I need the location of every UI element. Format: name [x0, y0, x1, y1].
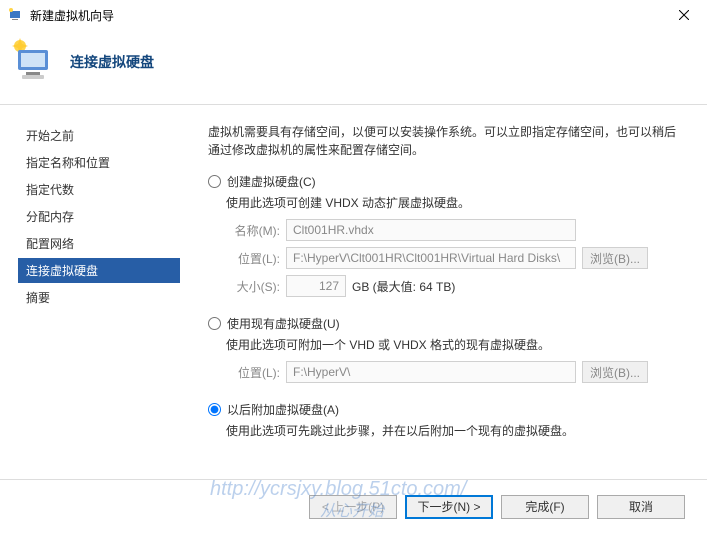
radio-create-label: 创建虚拟硬盘(C): [227, 173, 316, 190]
existing-location-label: 位置(L):: [226, 364, 286, 381]
prev-button[interactable]: < 上一步(P): [309, 495, 397, 519]
radio-existing-label: 使用现有虚拟硬盘(U): [227, 315, 340, 332]
create-vhd-desc: 使用此选项可创建 VHDX 动态扩展虚拟硬盘。: [226, 194, 685, 211]
location-input: [286, 247, 576, 269]
name-label: 名称(M):: [226, 222, 286, 239]
step-virtual-hard-disk[interactable]: 连接虚拟硬盘: [18, 258, 180, 283]
option-existing-vhd: 使用现有虚拟硬盘(U) 使用此选项可附加一个 VHD 或 VHDX 格式的现有虚…: [208, 315, 685, 383]
attach-later-desc: 使用此选项可先跳过此步骤，并在以后附加一个现有的虚拟硬盘。: [226, 422, 685, 439]
step-summary[interactable]: 摘要: [18, 285, 180, 310]
page-title: 连接虚拟硬盘: [70, 52, 154, 72]
finish-button[interactable]: 完成(F): [501, 495, 589, 519]
radio-attach-later[interactable]: [208, 403, 221, 416]
step-generation[interactable]: 指定代数: [18, 177, 180, 202]
location-label: 位置(L):: [226, 250, 286, 267]
window-title: 新建虚拟机向导: [30, 7, 661, 24]
size-suffix: GB (最大值: 64 TB): [352, 278, 455, 295]
close-button[interactable]: [661, 0, 707, 30]
wizard-icon: [10, 38, 58, 86]
cancel-button[interactable]: 取消: [597, 495, 685, 519]
step-name-location[interactable]: 指定名称和位置: [18, 150, 180, 175]
size-input: [286, 275, 346, 297]
wizard-content: 虚拟机需要具有存储空间，以便可以安装操作系统。可以立即指定存储空间，也可以稍后通…: [180, 105, 707, 485]
option-create-vhd: 创建虚拟硬盘(C) 使用此选项可创建 VHDX 动态扩展虚拟硬盘。 名称(M):…: [208, 173, 685, 297]
step-network[interactable]: 配置网络: [18, 231, 180, 256]
radio-existing-vhd[interactable]: [208, 317, 221, 330]
step-memory[interactable]: 分配内存: [18, 204, 180, 229]
content-description: 虚拟机需要具有存储空间，以便可以安装操作系统。可以立即指定存储空间，也可以稍后通…: [208, 123, 685, 159]
name-input: [286, 219, 576, 241]
wizard-header: 连接虚拟硬盘: [0, 30, 707, 105]
app-icon: [8, 7, 24, 23]
wizard-steps-sidebar: 开始之前 指定名称和位置 指定代数 分配内存 配置网络 连接虚拟硬盘 摘要: [0, 105, 180, 485]
step-begin[interactable]: 开始之前: [18, 123, 180, 148]
radio-later-label: 以后附加虚拟硬盘(A): [227, 401, 339, 418]
browse-create-button: 浏览(B)...: [582, 247, 648, 269]
titlebar: 新建虚拟机向导: [0, 0, 707, 30]
size-label: 大小(S):: [226, 278, 286, 295]
browse-existing-button: 浏览(B)...: [582, 361, 648, 383]
existing-vhd-desc: 使用此选项可附加一个 VHD 或 VHDX 格式的现有虚拟硬盘。: [226, 336, 685, 353]
radio-create-vhd[interactable]: [208, 175, 221, 188]
wizard-footer: < 上一步(P) 下一步(N) > 完成(F) 取消: [0, 479, 707, 533]
next-button[interactable]: 下一步(N) >: [405, 495, 493, 519]
existing-location-input: [286, 361, 576, 383]
option-attach-later: 以后附加虚拟硬盘(A) 使用此选项可先跳过此步骤，并在以后附加一个现有的虚拟硬盘…: [208, 401, 685, 439]
